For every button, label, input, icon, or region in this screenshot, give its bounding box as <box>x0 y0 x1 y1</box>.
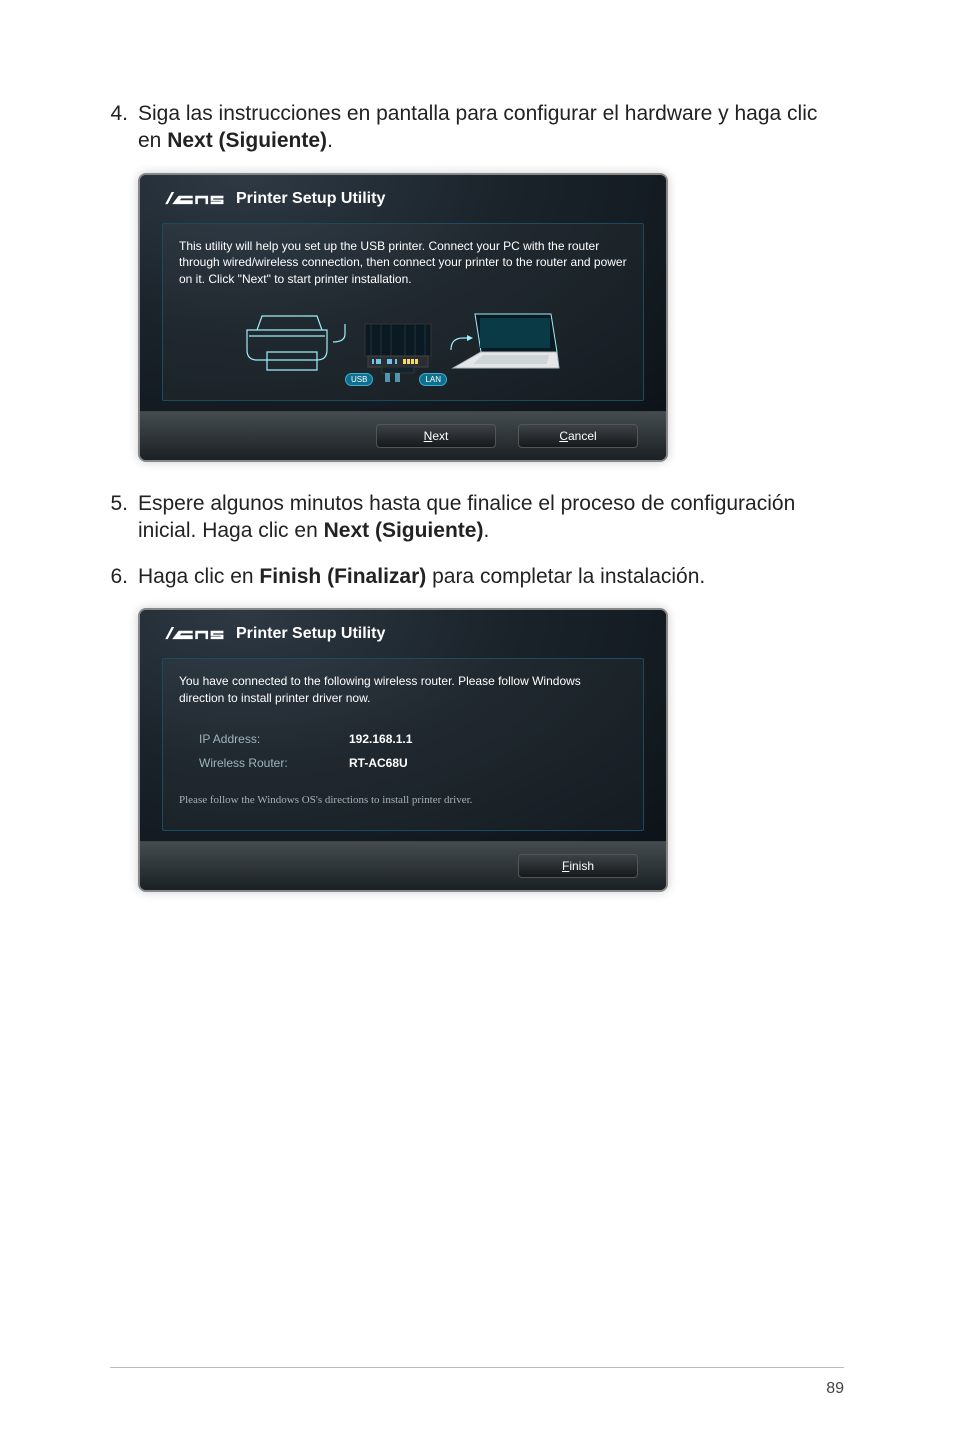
dialog-header: Printer Setup Utility <box>162 624 644 644</box>
dialog-inner: Printer Setup Utility This utility will … <box>140 175 666 411</box>
step-text: Haga clic en Finish (Finalizar) para com… <box>138 563 844 590</box>
step-number: 6. <box>110 563 138 590</box>
ip-address-row: IP Address: 192.168.1.1 <box>179 732 627 746</box>
dialog-description: You have connected to the following wire… <box>179 673 627 707</box>
cancel-button[interactable]: Cancel <box>518 424 638 448</box>
dialog-title: Printer Setup Utility <box>236 190 385 208</box>
page-divider <box>110 1367 844 1368</box>
step-text: Siga las instrucciones en pantalla para … <box>138 100 844 155</box>
laptop-icon <box>449 310 569 380</box>
dialog-footer: Finish <box>140 841 666 890</box>
page-number: 89 <box>826 1380 844 1398</box>
next-rest: ext <box>432 429 448 443</box>
dialog-body: This utility will help you set up the US… <box>162 223 644 401</box>
step-number: 5. <box>110 490 138 545</box>
printer-setup-dialog-finish: Printer Setup Utility You have connected… <box>138 608 668 893</box>
dialog-title: Printer Setup Utility <box>236 625 385 643</box>
asus-logo-icon <box>162 624 226 644</box>
step6-bold: Finish (Finalizar) <box>259 565 426 588</box>
step4-bold: Next (Siguiente) <box>167 129 327 152</box>
finish-button[interactable]: Finish <box>518 854 638 878</box>
cancel-mnemonic: C <box>559 429 568 443</box>
connection-diagram: USB LAN <box>179 300 627 388</box>
step6-post: para completar la instalación. <box>426 565 705 588</box>
wireless-router-value: RT-AC68U <box>349 756 408 770</box>
follow-instruction: Please follow the Windows OS's direction… <box>179 794 627 806</box>
router-icon: USB LAN <box>355 320 441 380</box>
dialog-body: You have connected to the following wire… <box>162 658 644 832</box>
step5-post: . <box>483 519 489 542</box>
dialog-footer: Next Cancel <box>140 411 666 460</box>
usb-label: USB <box>345 373 373 386</box>
step-number: 4. <box>110 100 138 155</box>
ip-address-value: 192.168.1.1 <box>349 732 412 746</box>
printer-setup-dialog-step1: Printer Setup Utility This utility will … <box>138 173 668 462</box>
wireless-router-label: Wireless Router: <box>199 756 349 770</box>
next-button[interactable]: Next <box>376 424 496 448</box>
step6-pre: Haga clic en <box>138 565 259 588</box>
dialog-inner: Printer Setup Utility You have connected… <box>140 610 666 842</box>
step4-post: . <box>327 129 333 152</box>
lan-label: LAN <box>419 373 447 386</box>
finish-rest: inish <box>569 859 594 873</box>
ip-address-label: IP Address: <box>199 732 349 746</box>
instruction-step-5: 5. Espere algunos minutos hasta que fina… <box>110 490 844 545</box>
dialog-header: Printer Setup Utility <box>162 189 644 209</box>
printer-icon <box>237 308 347 380</box>
wireless-router-row: Wireless Router: RT-AC68U <box>179 756 627 770</box>
dialog-description: This utility will help you set up the US… <box>179 238 627 288</box>
step-text: Espere algunos minutos hasta que finalic… <box>138 490 844 545</box>
instruction-step-6: 6. Haga clic en Finish (Finalizar) para … <box>110 563 844 590</box>
instruction-step-4: 4. Siga las instrucciones en pantalla pa… <box>110 100 844 155</box>
connection-info: IP Address: 192.168.1.1 Wireless Router:… <box>179 718 627 818</box>
step5-bold: Next (Siguiente) <box>324 519 484 542</box>
cancel-rest: ancel <box>568 429 597 443</box>
asus-logo-icon <box>162 189 226 209</box>
